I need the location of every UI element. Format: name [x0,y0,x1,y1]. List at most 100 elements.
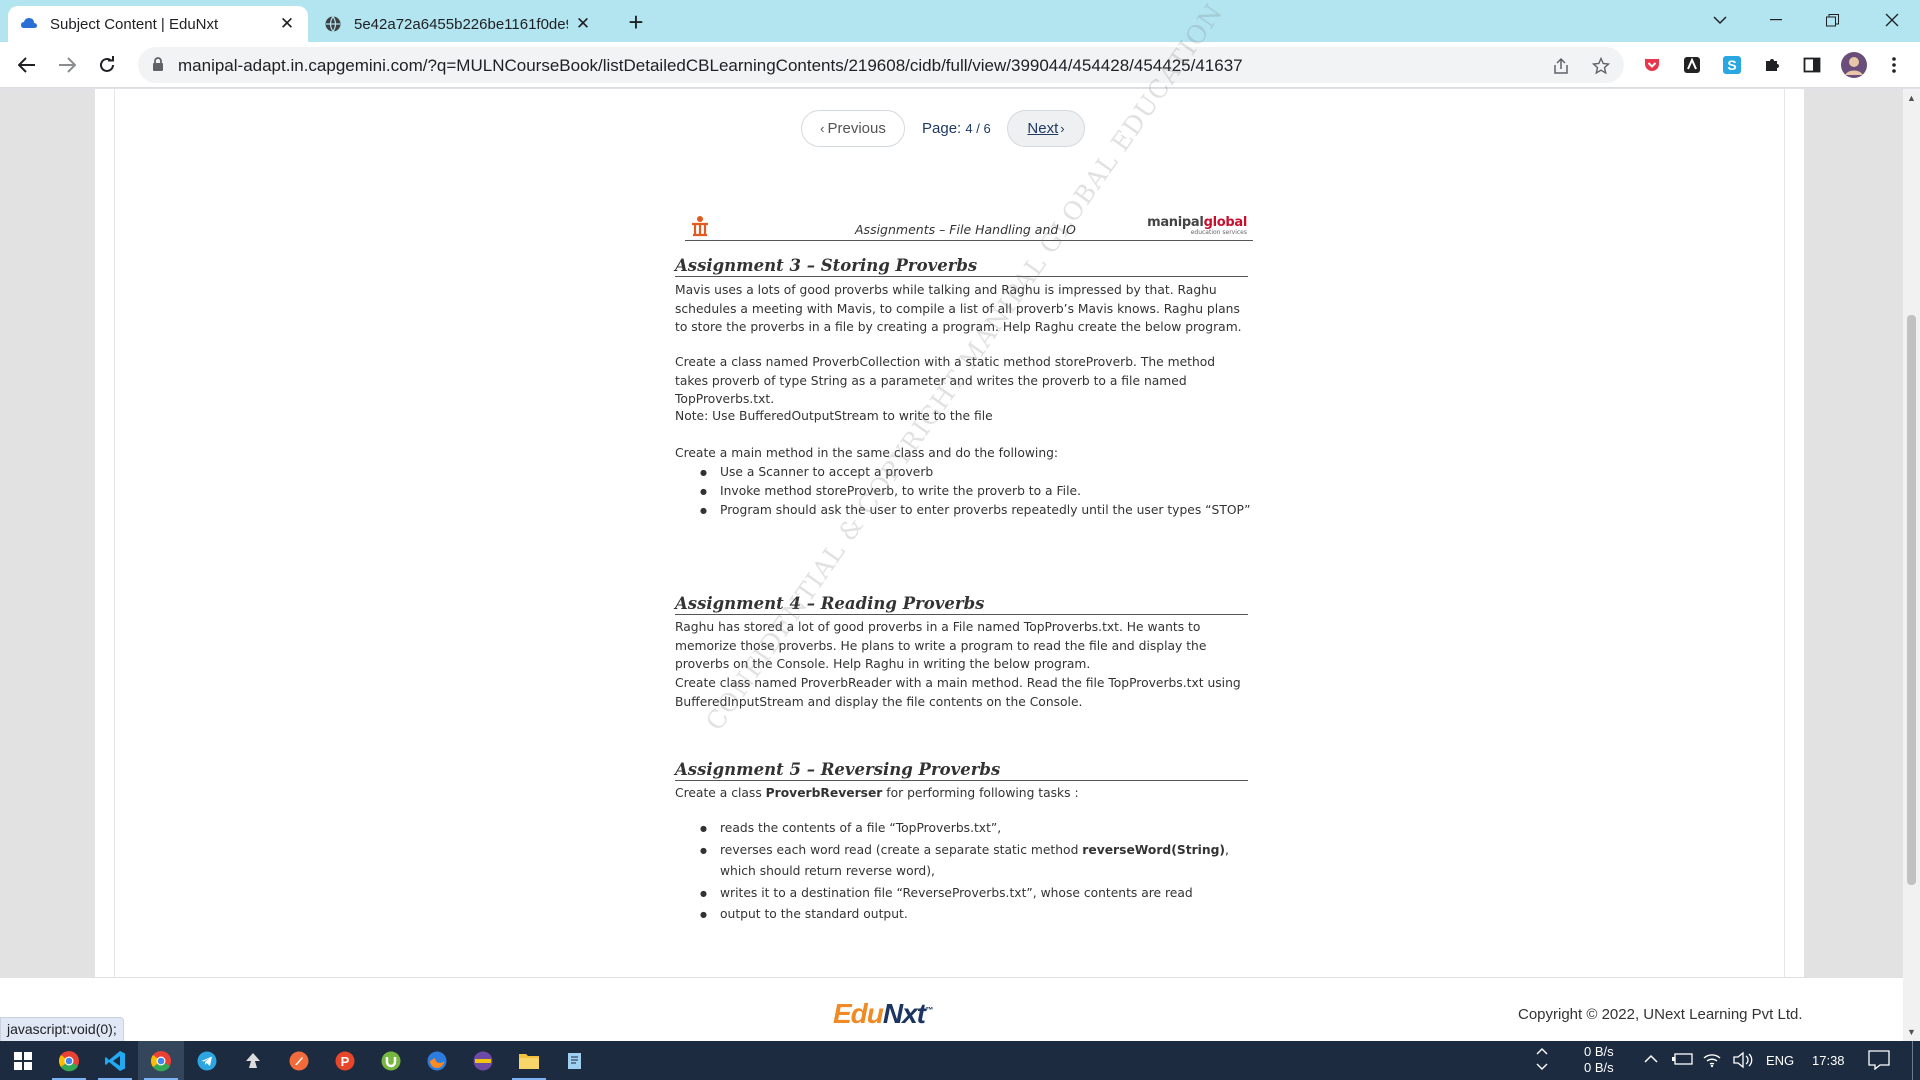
chevron-down-icon [1713,15,1727,24]
side-panel-icon[interactable] [1800,53,1824,77]
minimize-button[interactable] [1748,0,1804,40]
chevron-up-icon [1644,1054,1658,1063]
scrollbar-thumb[interactable] [1907,315,1916,885]
forward-button[interactable] [52,50,82,80]
next-page-button[interactable]: Next › [1007,110,1085,147]
list-item: reads the contents of a file “TopProverb… [700,818,1260,840]
close-window-button[interactable] [1864,0,1920,40]
input-language[interactable]: ENG [1766,1053,1794,1068]
assignment-3-note: Note: Use BufferedOutputStream to write … [675,409,993,423]
taskbar-postman[interactable] [276,1041,322,1080]
assignment-3-para-4: Create a main method in the same class a… [675,446,1059,460]
tab-hash-page[interactable]: 5e42a72a6455b226be1161f0de9 ✕ [312,6,604,42]
document-header: Assignments – File Handling and IO manip… [685,211,1253,241]
lock-icon[interactable] [152,57,164,72]
edunxt-logo: EduNxt™ [833,998,933,1029]
close-tab-icon[interactable]: ✕ [278,14,296,33]
chevron-right-icon: › [1060,121,1065,136]
postman-icon [289,1051,309,1070]
network-speed-meter: 0 B/s 0 B/s [1584,1044,1614,1076]
taskbar-vscode[interactable] [92,1041,138,1080]
logo-subtitle: education services [1190,229,1247,236]
list-item: output to the standard output. [700,904,1260,926]
taskbar-utorrent[interactable] [368,1041,414,1080]
restore-button[interactable] [1804,0,1860,40]
assignment-5-heading: Assignment 5 – Reversing Proverbs [675,760,1248,781]
profile-avatar[interactable] [1840,51,1868,79]
back-button[interactable] [12,50,42,80]
utorrent-icon [381,1051,401,1070]
tray-expand-icon[interactable] [1535,1047,1549,1074]
list-item: writes it to a destination file “Reverse… [700,883,1260,905]
assignment-4-heading: Assignment 4 – Reading Proverbs [675,594,1248,615]
tab-search-button[interactable] [1692,0,1748,40]
taskbar-notepad[interactable] [552,1041,598,1080]
s-extension-icon[interactable]: S [1720,53,1744,77]
assignment-3-para-1: Mavis uses a lots of good proverbs while… [675,283,1242,334]
scroll-up-icon[interactable]: ▲ [1907,93,1916,103]
vscode-icon [105,1050,125,1071]
pocket-extension-icon[interactable] [1640,53,1664,77]
manipal-global-logo: manipalglobal education services [1147,215,1247,236]
chrome-icon [151,1050,171,1071]
page-label: Page: [922,120,962,137]
bookmark-star-icon[interactable] [1590,55,1612,77]
wifi-icon[interactable] [1702,1050,1722,1071]
browser-menu-icon[interactable] [1882,53,1906,77]
page-value: 4 / 6 [965,121,991,136]
assignment-5-bullets: reads the contents of a file “TopProverb… [700,818,1260,926]
download-speed: 0 B/s [1584,1060,1614,1075]
tab-subject-content[interactable]: Subject Content | EduNxt ✕ [8,6,308,42]
taskbar-chrome[interactable] [46,1041,92,1080]
scroll-down-icon[interactable]: ▼ [1907,1027,1916,1037]
taskbar-firefox[interactable] [414,1041,460,1080]
previous-page-button[interactable]: ‹ Previous [801,110,905,147]
new-tab-button[interactable]: + [622,9,650,37]
right-gutter [1804,89,1903,977]
folder-icon [519,1053,539,1069]
arrow-right-icon [59,57,76,73]
share-icon[interactable] [1550,55,1572,77]
logo-brand: manipalglobal [1147,215,1247,230]
restore-icon [1825,13,1839,26]
taskbar-file-explorer[interactable] [506,1041,552,1080]
battery-icon[interactable] [1672,1052,1694,1069]
taskbar-chrome-profile[interactable] [138,1041,184,1080]
start-button[interactable] [0,1041,46,1080]
page-viewport: ‹ Previous Page: 4 / 6 Next › Assignment… [0,0,1920,1042]
page-footer: EduNxt™ Copyright © 2022, UNext Learning… [0,977,1903,1041]
list-item: Invoke method storeProverb, to write the… [700,482,1260,501]
clock[interactable]: 17:38 [1812,1053,1845,1068]
copyright-text: Copyright © 2022, UNext Learning Pvt Ltd… [1518,1006,1803,1023]
extensions-puzzle-icon[interactable] [1760,53,1784,77]
svg-text:S: S [1727,57,1736,73]
previous-label: Previous [827,120,886,137]
close-tab-icon[interactable]: ✕ [574,14,592,33]
notepad-icon [568,1052,581,1069]
globe-icon [325,16,341,32]
link-status-bar: javascript:void(0); [0,1017,124,1042]
show-desktop-button[interactable] [1912,1041,1920,1080]
page-scrollbar[interactable]: ▲ ▼ [1903,89,1920,1041]
chrome-icon [59,1050,79,1071]
list-item: Use a Scanner to accept a proverb [700,463,1260,482]
taskbar-inkscape[interactable] [230,1041,276,1080]
show-hidden-icons-button[interactable] [1644,1052,1658,1067]
taskbar-telegram[interactable] [184,1041,230,1080]
taskbar-app-stripe[interactable] [460,1041,506,1080]
url-text[interactable]: manipal-adapt.in.capgemini.com/?q=MULNCo… [178,56,1243,76]
address-bar[interactable]: manipal-adapt.in.capgemini.com/?q=MULNCo… [138,47,1624,83]
tab-title: 5e42a72a6455b226be1161f0de9 [354,15,568,33]
taskbar-p-app[interactable]: P [322,1041,368,1080]
list-item: reverses each word read (create a separa… [700,840,1260,883]
adblock-extension-icon[interactable] [1680,53,1704,77]
reload-button[interactable] [92,50,122,80]
svg-text:P: P [341,1054,350,1069]
content-border-right [1784,89,1785,977]
close-icon [1885,13,1899,27]
notifications-icon[interactable] [1868,1050,1890,1073]
telegram-icon [197,1051,217,1070]
inkscape-icon [246,1052,260,1068]
volume-icon[interactable] [1732,1051,1754,1072]
upload-speed: 0 B/s [1584,1044,1614,1059]
